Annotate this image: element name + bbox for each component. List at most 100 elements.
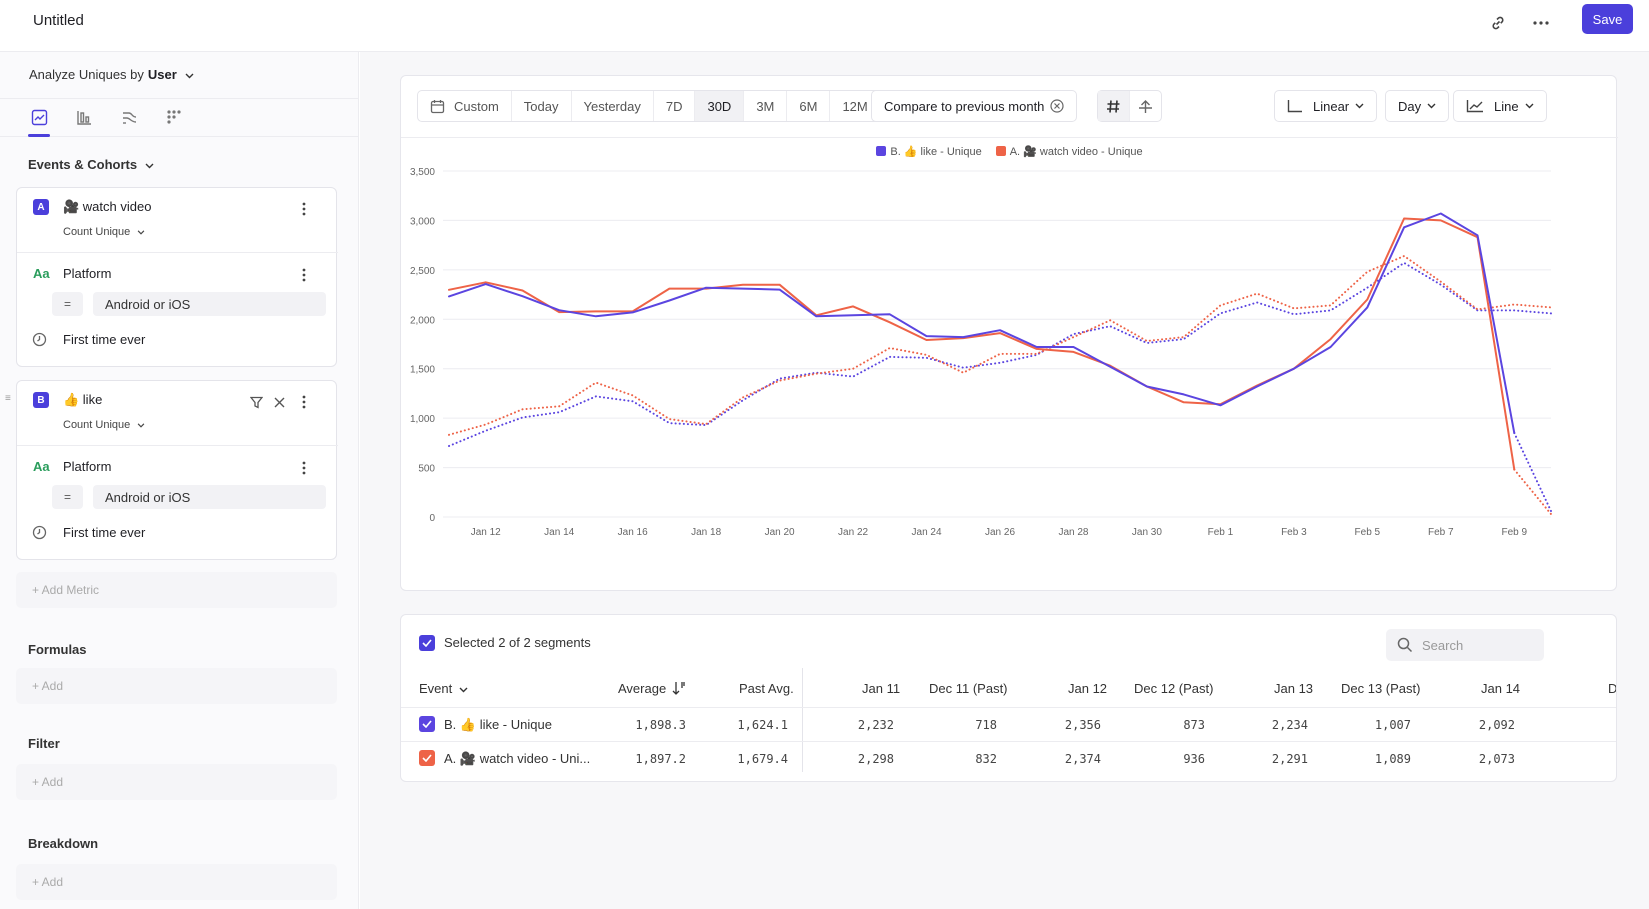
cell-average: 1,897.2: [635, 752, 686, 766]
row-checkbox[interactable]: [419, 716, 435, 732]
chevron-down-icon: [185, 73, 194, 79]
filter-title: Filter: [28, 736, 60, 751]
chevron-down-icon: [1427, 103, 1436, 109]
date-range-30d[interactable]: 30D: [695, 91, 745, 121]
add-breakdown-button[interactable]: + Add: [16, 864, 337, 900]
interval-selector[interactable]: Day: [1385, 90, 1450, 122]
chart-type-selector[interactable]: Line: [1453, 90, 1547, 122]
add-formula-button[interactable]: + Add: [16, 668, 337, 704]
column-header-dec-14-past[interactable]: De: [1608, 681, 1616, 696]
more-icon[interactable]: [1528, 10, 1554, 36]
cell-past-avg: 1,679.4: [737, 752, 788, 766]
drag-handle-icon[interactable]: ≡: [5, 393, 11, 404]
date-range-7d[interactable]: 7D: [654, 91, 696, 121]
date-range-6m[interactable]: 6M: [787, 91, 831, 121]
column-header-jan-13[interactable]: Jan 13: [1274, 681, 1313, 696]
close-icon[interactable]: [272, 393, 286, 411]
compare-selector[interactable]: Compare to previous month: [871, 90, 1078, 122]
analyze-by-selector[interactable]: Analyze Uniques by User: [29, 67, 194, 82]
filter-value[interactable]: Android or iOS: [93, 292, 326, 316]
time-constraint[interactable]: First time ever: [63, 525, 145, 540]
line-chart: 0 500 1,000 1,500 2,000 2,500 3,000 3,500 Jan 12…: [410, 167, 1552, 538]
kebab-menu-icon[interactable]: [297, 266, 311, 284]
filter-value[interactable]: Android or iOS: [93, 485, 326, 509]
column-header-jan-14[interactable]: Jan 14: [1481, 681, 1520, 696]
cell-dec-13-past: 1,089: [1374, 752, 1411, 766]
cell-jan-11: 2,298: [857, 752, 894, 766]
add-metric-button[interactable]: + Add Metric: [16, 572, 337, 608]
cell-jan-13: 2,291: [1271, 752, 1308, 766]
aggregation-selector[interactable]: Count Unique: [63, 419, 145, 431]
formulas-title: Formulas: [28, 642, 87, 657]
analyze-value[interactable]: User: [148, 67, 177, 82]
time-constraint[interactable]: First time ever: [63, 332, 145, 347]
cell-past-avg: 1,624.1: [737, 718, 788, 732]
save-button[interactable]: Save: [1582, 4, 1633, 34]
metric-event-name[interactable]: 👍 like: [63, 392, 102, 408]
filter-property[interactable]: Platform: [63, 266, 111, 281]
x-tick-label: Jan 18: [691, 527, 721, 538]
link-icon[interactable]: [1485, 10, 1511, 36]
date-range-3m[interactable]: 3M: [744, 91, 788, 121]
events-cohorts-label: Events & Cohorts: [28, 157, 138, 172]
cell-dec-13-past: 1,007: [1374, 718, 1411, 732]
chevron-down-icon: [138, 230, 145, 235]
filter-operator[interactable]: =: [52, 485, 83, 509]
annotation-icon[interactable]: [1130, 91, 1161, 121]
date-range-yesterday[interactable]: Yesterday: [572, 91, 654, 121]
y-tick-label: 3,000: [410, 216, 435, 227]
divider: [17, 445, 338, 446]
scale-selector[interactable]: Linear: [1274, 90, 1378, 122]
row-checkbox[interactable]: [419, 750, 435, 766]
column-header-jan-11[interactable]: Jan 11: [862, 681, 900, 696]
x-tick-label: Jan 16: [618, 527, 648, 538]
x-tick-label: Jan 12: [471, 527, 501, 538]
y-tick-label: 1,500: [410, 365, 435, 376]
x-tick-label: Feb 7: [1428, 527, 1454, 538]
column-header-jan-12[interactable]: Jan 12: [1068, 681, 1107, 696]
legend-item-like[interactable]: B. 👍 like - Unique: [876, 145, 982, 158]
cell-dec-12-past: 873: [1183, 718, 1205, 732]
kebab-menu-icon[interactable]: [297, 393, 311, 411]
add-filter-button[interactable]: + Add: [16, 764, 337, 800]
retention-icon[interactable]: [164, 107, 184, 127]
scale-label: Linear: [1313, 98, 1350, 114]
column-header-event[interactable]: Event: [419, 681, 468, 696]
row-event-name: B. 👍 like - Unique: [444, 717, 552, 732]
x-tick-label: Feb 1: [1208, 527, 1234, 538]
string-property-icon: Aa: [33, 459, 50, 474]
funnels-icon[interactable]: [74, 107, 94, 127]
search-icon: [1397, 637, 1413, 656]
legend-swatch: [876, 146, 887, 156]
close-circle-icon[interactable]: [1050, 99, 1065, 113]
filter-operator[interactable]: =: [52, 292, 83, 316]
select-all-checkbox[interactable]: [419, 635, 435, 651]
kebab-menu-icon[interactable]: [297, 200, 311, 218]
filter-icon[interactable]: [249, 393, 263, 411]
hashtag-icon[interactable]: [1098, 91, 1130, 121]
cell-jan-12: 2,356: [1064, 718, 1101, 732]
column-header-dec-11-past[interactable]: Dec 11 (Past): [929, 681, 1008, 696]
aggregation-selector[interactable]: Count Unique: [63, 226, 145, 238]
insights-icon[interactable]: [29, 107, 49, 127]
flows-icon[interactable]: [119, 107, 139, 127]
row-event-name: A. 🎥 watch video - Uni...: [444, 751, 591, 766]
date-range-custom[interactable]: Custom: [418, 91, 512, 121]
column-divider: [802, 668, 803, 772]
metric-card-a: A 🎥 watch video Count Unique Aa Platform…: [16, 187, 338, 367]
column-header-average[interactable]: Average: [618, 681, 686, 696]
y-tick-label: 3,500: [410, 167, 435, 178]
date-range-label: Custom: [454, 98, 499, 114]
date-range-today[interactable]: Today: [512, 91, 572, 121]
kebab-menu-icon[interactable]: [297, 459, 311, 477]
page-title[interactable]: Untitled: [33, 12, 84, 29]
column-header-dec-13-past[interactable]: Dec 13 (Past): [1341, 681, 1420, 696]
metric-event-name[interactable]: 🎥 watch video: [63, 199, 151, 215]
events-cohorts-title[interactable]: Events & Cohorts: [28, 157, 154, 172]
column-header-dec-12-past[interactable]: Dec 12 (Past): [1134, 681, 1213, 696]
legend-item-watch-video[interactable]: A. 🎥 watch video - Unique: [995, 145, 1143, 158]
incomplete-period-line: [1513, 431, 1552, 513]
selected-segments-label: Selected 2 of 2 segments: [444, 635, 591, 650]
filter-property[interactable]: Platform: [63, 459, 111, 474]
column-header-past-avg[interactable]: Past Avg.: [739, 681, 794, 696]
